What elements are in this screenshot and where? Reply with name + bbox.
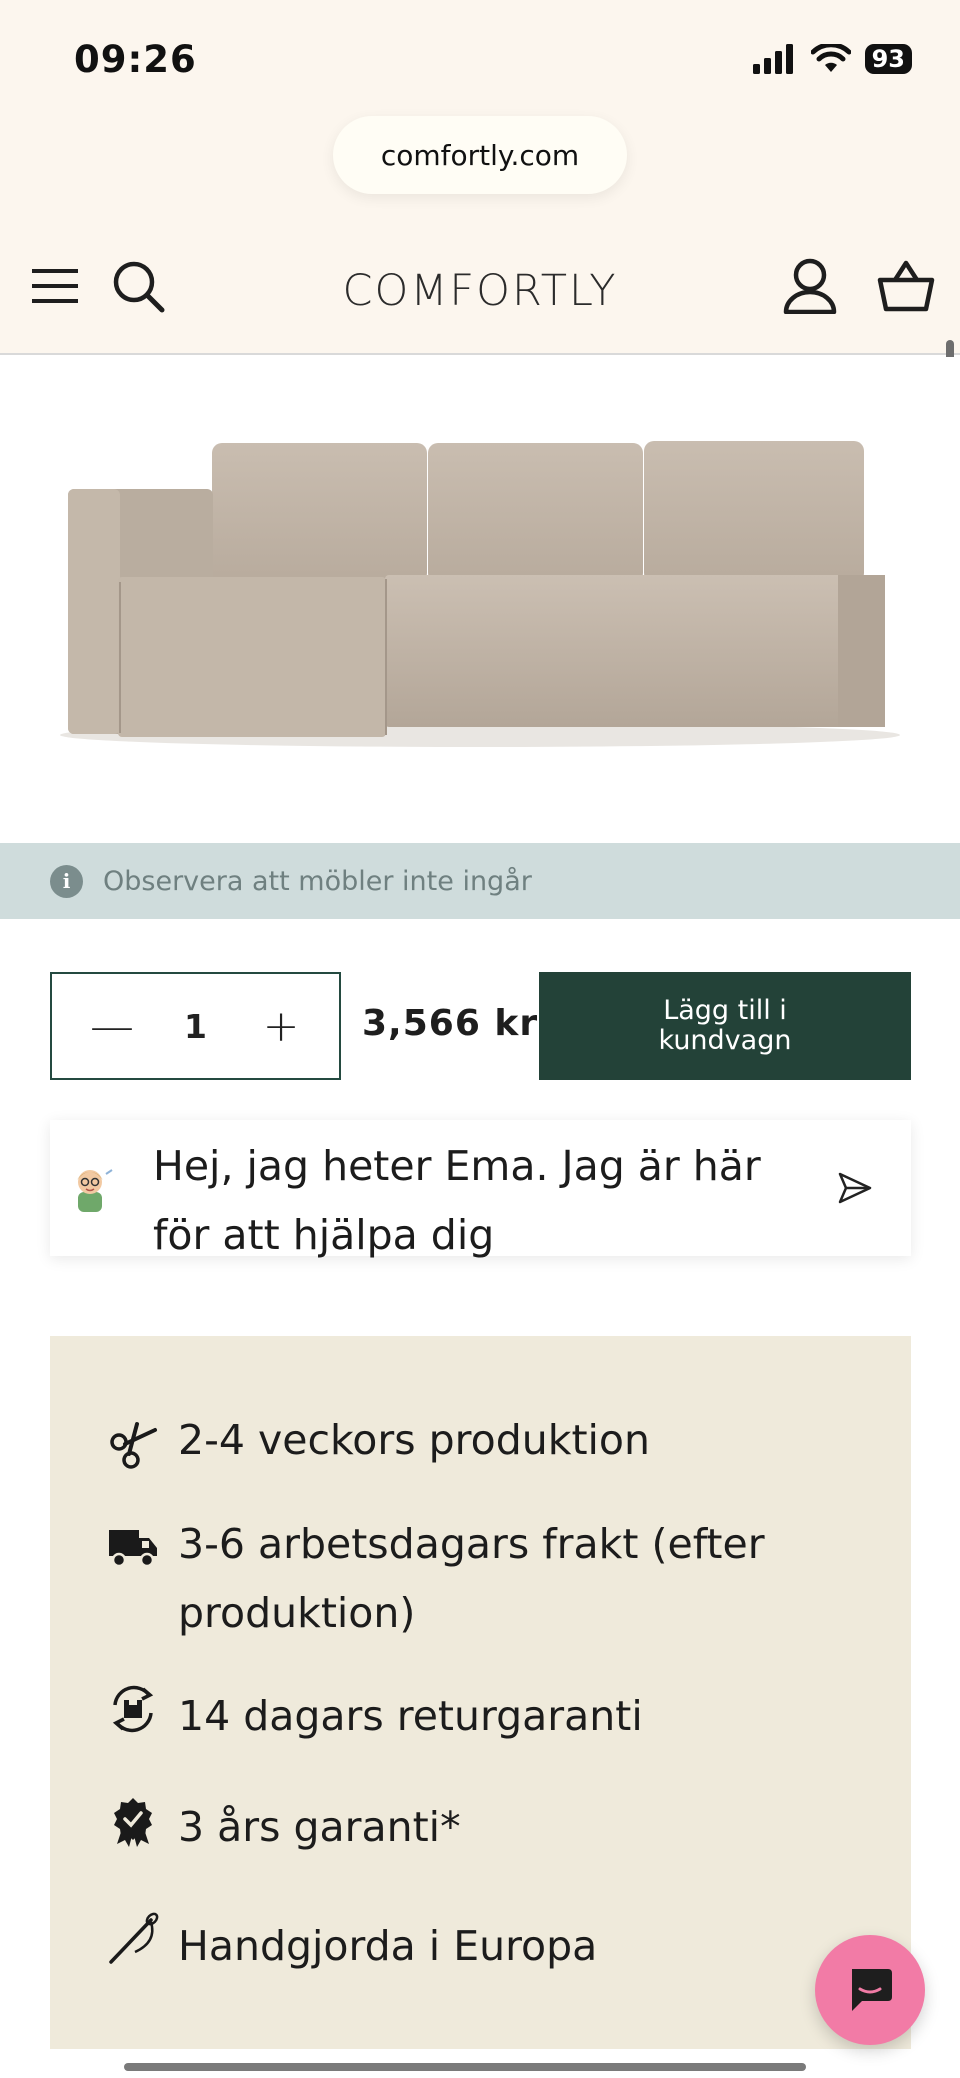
badge-check-icon: [114, 1798, 152, 1847]
quantity-value[interactable]: 1: [184, 1007, 207, 1046]
info-icon: i: [50, 864, 83, 898]
benefit-handmade: Handgjorda i Europa: [178, 1922, 598, 1970]
url-bar[interactable]: comfortly.com: [333, 116, 627, 194]
add-to-cart-button[interactable]: Lägg till i kundvagn: [539, 972, 911, 1080]
send-icon[interactable]: [837, 1170, 873, 1206]
site-header: COMFORTLY: [0, 232, 960, 355]
increase-quantity-button[interactable]: +: [261, 1001, 301, 1052]
furniture-notice-banner: i Observera att möbler inte ingår: [0, 843, 960, 919]
benefit-returns: 14 dagars returgaranti: [178, 1692, 643, 1740]
chat-prompt[interactable]: Hej, jag heter Ema. Jag är här för att h…: [50, 1120, 911, 1259]
product-image[interactable]: [0, 357, 960, 842]
benefit-warranty: 3 års garanti*: [178, 1803, 461, 1851]
account-icon[interactable]: [780, 256, 840, 316]
basket-icon[interactable]: [876, 256, 936, 316]
return-box-icon: [112, 1685, 154, 1733]
benefits-panel: 2-4 veckors produktion 3-6 arbetsdagars …: [50, 1336, 911, 2049]
signal-icon: [752, 44, 793, 74]
chat-bubble-icon: [852, 1969, 892, 2011]
chat-launcher-button[interactable]: [815, 1935, 925, 2045]
decrease-quantity-button[interactable]: —: [90, 1001, 134, 1052]
benefit-production: 2-4 veckors produktion: [178, 1416, 651, 1464]
chat-message: Hej, jag heter Ema. Jag är här för att h…: [153, 1142, 761, 1259]
home-indicator: [124, 2063, 806, 2071]
wifi-icon: [810, 44, 851, 72]
notice-text: Observera att möbler inte ingår: [103, 865, 532, 897]
battery-indicator: 93: [864, 44, 912, 74]
top-bar-area: 09:26 93 comfortly.com COMFORTLY: [0, 0, 960, 355]
benefit-shipping: 3-6 arbetsdagars frakt (efter produktion…: [178, 1520, 765, 1637]
scissors-icon: [110, 1422, 157, 1469]
quantity-stepper: — 1 +: [50, 972, 341, 1080]
product-price: 3,566 kr: [362, 1003, 539, 1044]
assistant-avatar: [77, 1169, 113, 1212]
needle-icon: [109, 1912, 159, 1964]
truck-icon: [109, 1530, 157, 1568]
status-icons: 93: [752, 44, 912, 74]
status-time: 09:26: [74, 38, 197, 81]
sofa-illustration: [60, 441, 900, 747]
